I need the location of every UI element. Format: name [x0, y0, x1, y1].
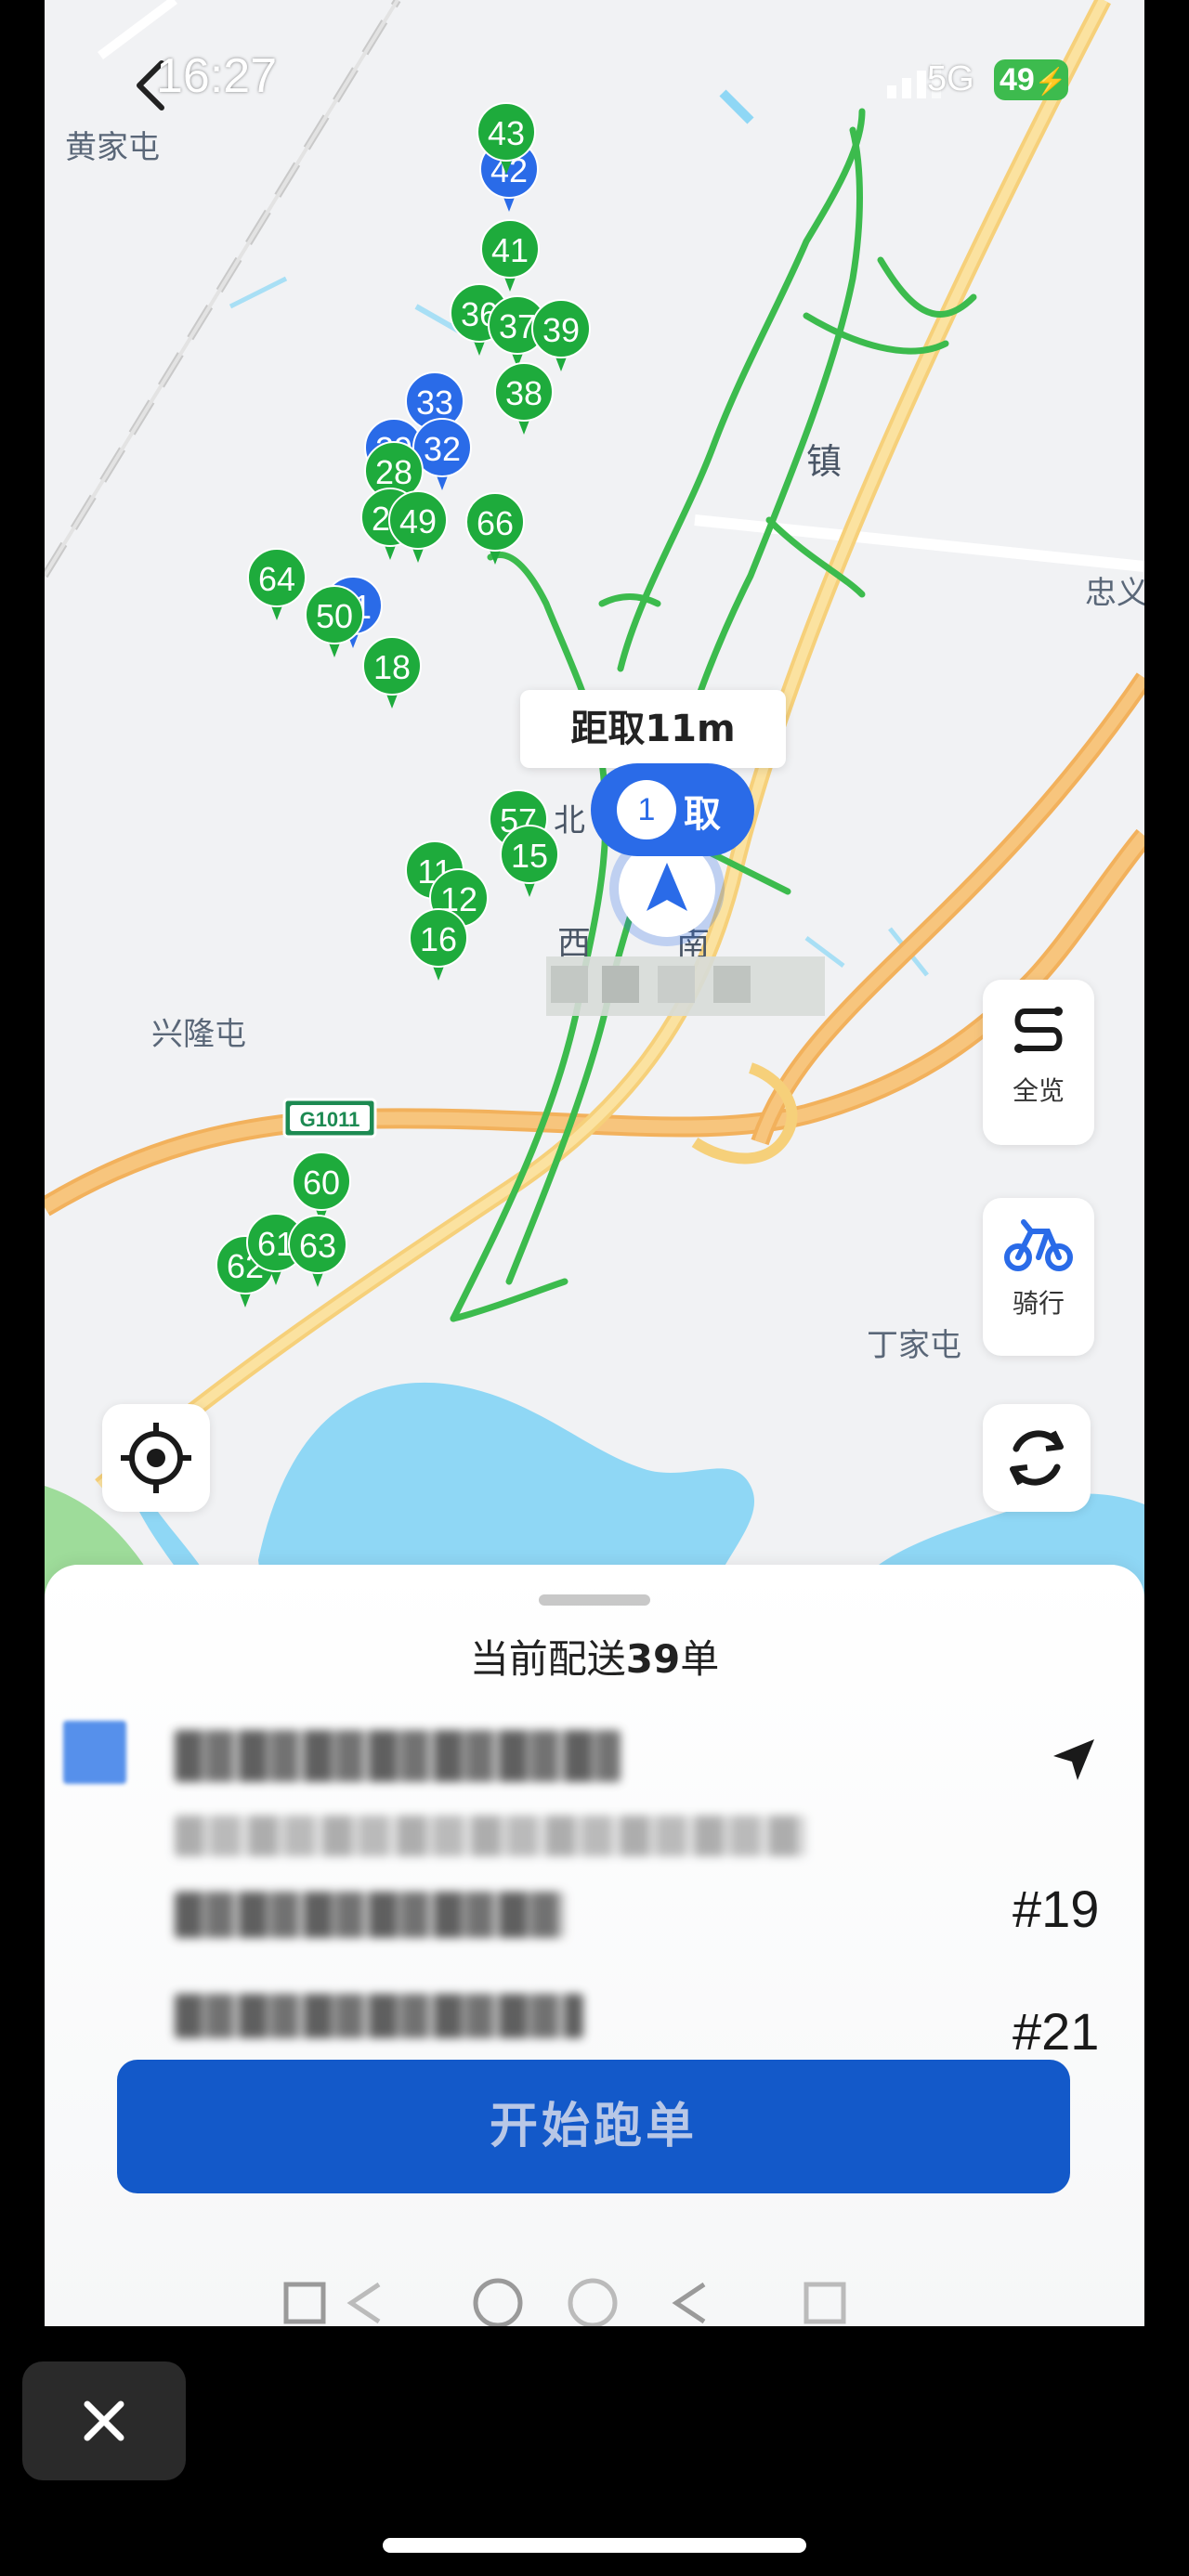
screenshot-root: 黄家屯 兴隆屯 丁家屯 忠义 镇 北 西 南 东 G1011 423329322… [0, 0, 1189, 2576]
pickup-marker[interactable]: 1 取 [591, 763, 754, 856]
order-marker-number: 60 [292, 1151, 351, 1211]
pickup-label: 取 [684, 793, 721, 836]
highway-shield: G1011 [282, 1098, 377, 1138]
order-marker-number: 63 [288, 1215, 347, 1274]
charging-icon: ⚡ [1034, 67, 1067, 96]
shop-logo [63, 1721, 126, 1784]
order-marker-green[interactable]: 16 [409, 908, 468, 982]
pickup-index: 1 [617, 780, 676, 839]
overview-button[interactable]: 全览 [983, 980, 1094, 1145]
locate-button[interactable] [102, 1404, 210, 1512]
place-dingjiatun: 丁家屯 [867, 1327, 961, 1364]
order-1-detail-redacted [175, 1815, 806, 1856]
route-icon [1014, 1007, 1063, 1053]
order-marker-number: 39 [531, 299, 591, 358]
ride-button[interactable]: 骑行 [983, 1198, 1094, 1356]
order-marker-number: 43 [477, 102, 536, 162]
order-1-address-redacted [175, 1892, 565, 1938]
refresh-button[interactable] [983, 1404, 1091, 1512]
order-2-number: #21 [1013, 2002, 1100, 2053]
locate-icon [121, 1423, 191, 1493]
network-type: 5G [927, 59, 974, 98]
order-marker-green[interactable]: 18 [362, 636, 422, 710]
close-icon [84, 2400, 124, 2441]
order-marker-number: 15 [500, 825, 559, 884]
order-marker-number: 38 [494, 362, 554, 422]
sheet-handle[interactable] [539, 1594, 650, 1606]
battery-level: 49 [1000, 62, 1035, 98]
title-suffix: 单 [680, 1636, 720, 1682]
navigation-arrow-icon[interactable] [1048, 1734, 1100, 1786]
order-marker-number: 49 [388, 490, 448, 550]
status-time: 16:27 [156, 49, 278, 103]
order-marker-green[interactable]: 43 [477, 102, 536, 176]
order-marker-number: 64 [247, 548, 307, 607]
order-marker-green[interactable]: 41 [480, 219, 540, 293]
order-marker-number: 41 [480, 219, 540, 279]
order-marker-green[interactable]: 66 [465, 492, 525, 566]
title-prefix: 当前配送 [469, 1636, 626, 1682]
app-screen: 黄家屯 兴隆屯 丁家屯 忠义 镇 北 西 南 东 G1011 423329322… [45, 0, 1144, 2326]
order-marker-green[interactable]: 50 [305, 585, 364, 659]
home-indicator[interactable] [383, 2538, 806, 2553]
ghost-nav-bar [283, 2278, 846, 2326]
order-marker-green[interactable]: 15 [500, 825, 559, 899]
order-marker-number: 16 [409, 908, 468, 968]
start-delivery-button[interactable]: 开始跑单 [117, 2060, 1070, 2193]
order-1-number: #19 [1013, 1880, 1100, 1938]
overview-label: 全览 [1012, 1075, 1065, 1106]
order-marker-number: 50 [305, 585, 364, 644]
place-huangjiatun: 黄家屯 [65, 129, 160, 166]
order-marker-green[interactable]: 64 [247, 548, 307, 622]
start-delivery-label: 开始跑单 [489, 2099, 698, 2154]
highway-label: G1011 [300, 1108, 360, 1131]
distance-label: 距取11m [520, 690, 786, 768]
close-button[interactable] [22, 2361, 186, 2480]
battery-indicator: 49⚡ [994, 59, 1068, 100]
bike-icon [1004, 1219, 1073, 1271]
order-1-title-redacted [175, 1730, 621, 1782]
order-marker-green[interactable]: 49 [388, 490, 448, 565]
order-marker-number: 66 [465, 492, 525, 552]
place-zhen: 镇 [806, 441, 842, 482]
order-marker-number: 18 [362, 636, 422, 696]
place-zhong: 忠义 [1085, 575, 1144, 612]
place-xinglongtun: 兴隆屯 [151, 1016, 246, 1053]
order-2-address-redacted [175, 1994, 583, 2038]
refresh-icon [1010, 1430, 1064, 1486]
order-marker-green[interactable]: 63 [288, 1215, 347, 1289]
sheet-title: 当前配送39单 [45, 1628, 1144, 1685]
order-count: 39 [625, 1636, 681, 1682]
order-sheet: 当前配送39单 #19 #21 [45, 1565, 1144, 2326]
ride-label: 骑行 [1012, 1288, 1065, 1319]
order-marker-green[interactable]: 38 [494, 362, 554, 436]
